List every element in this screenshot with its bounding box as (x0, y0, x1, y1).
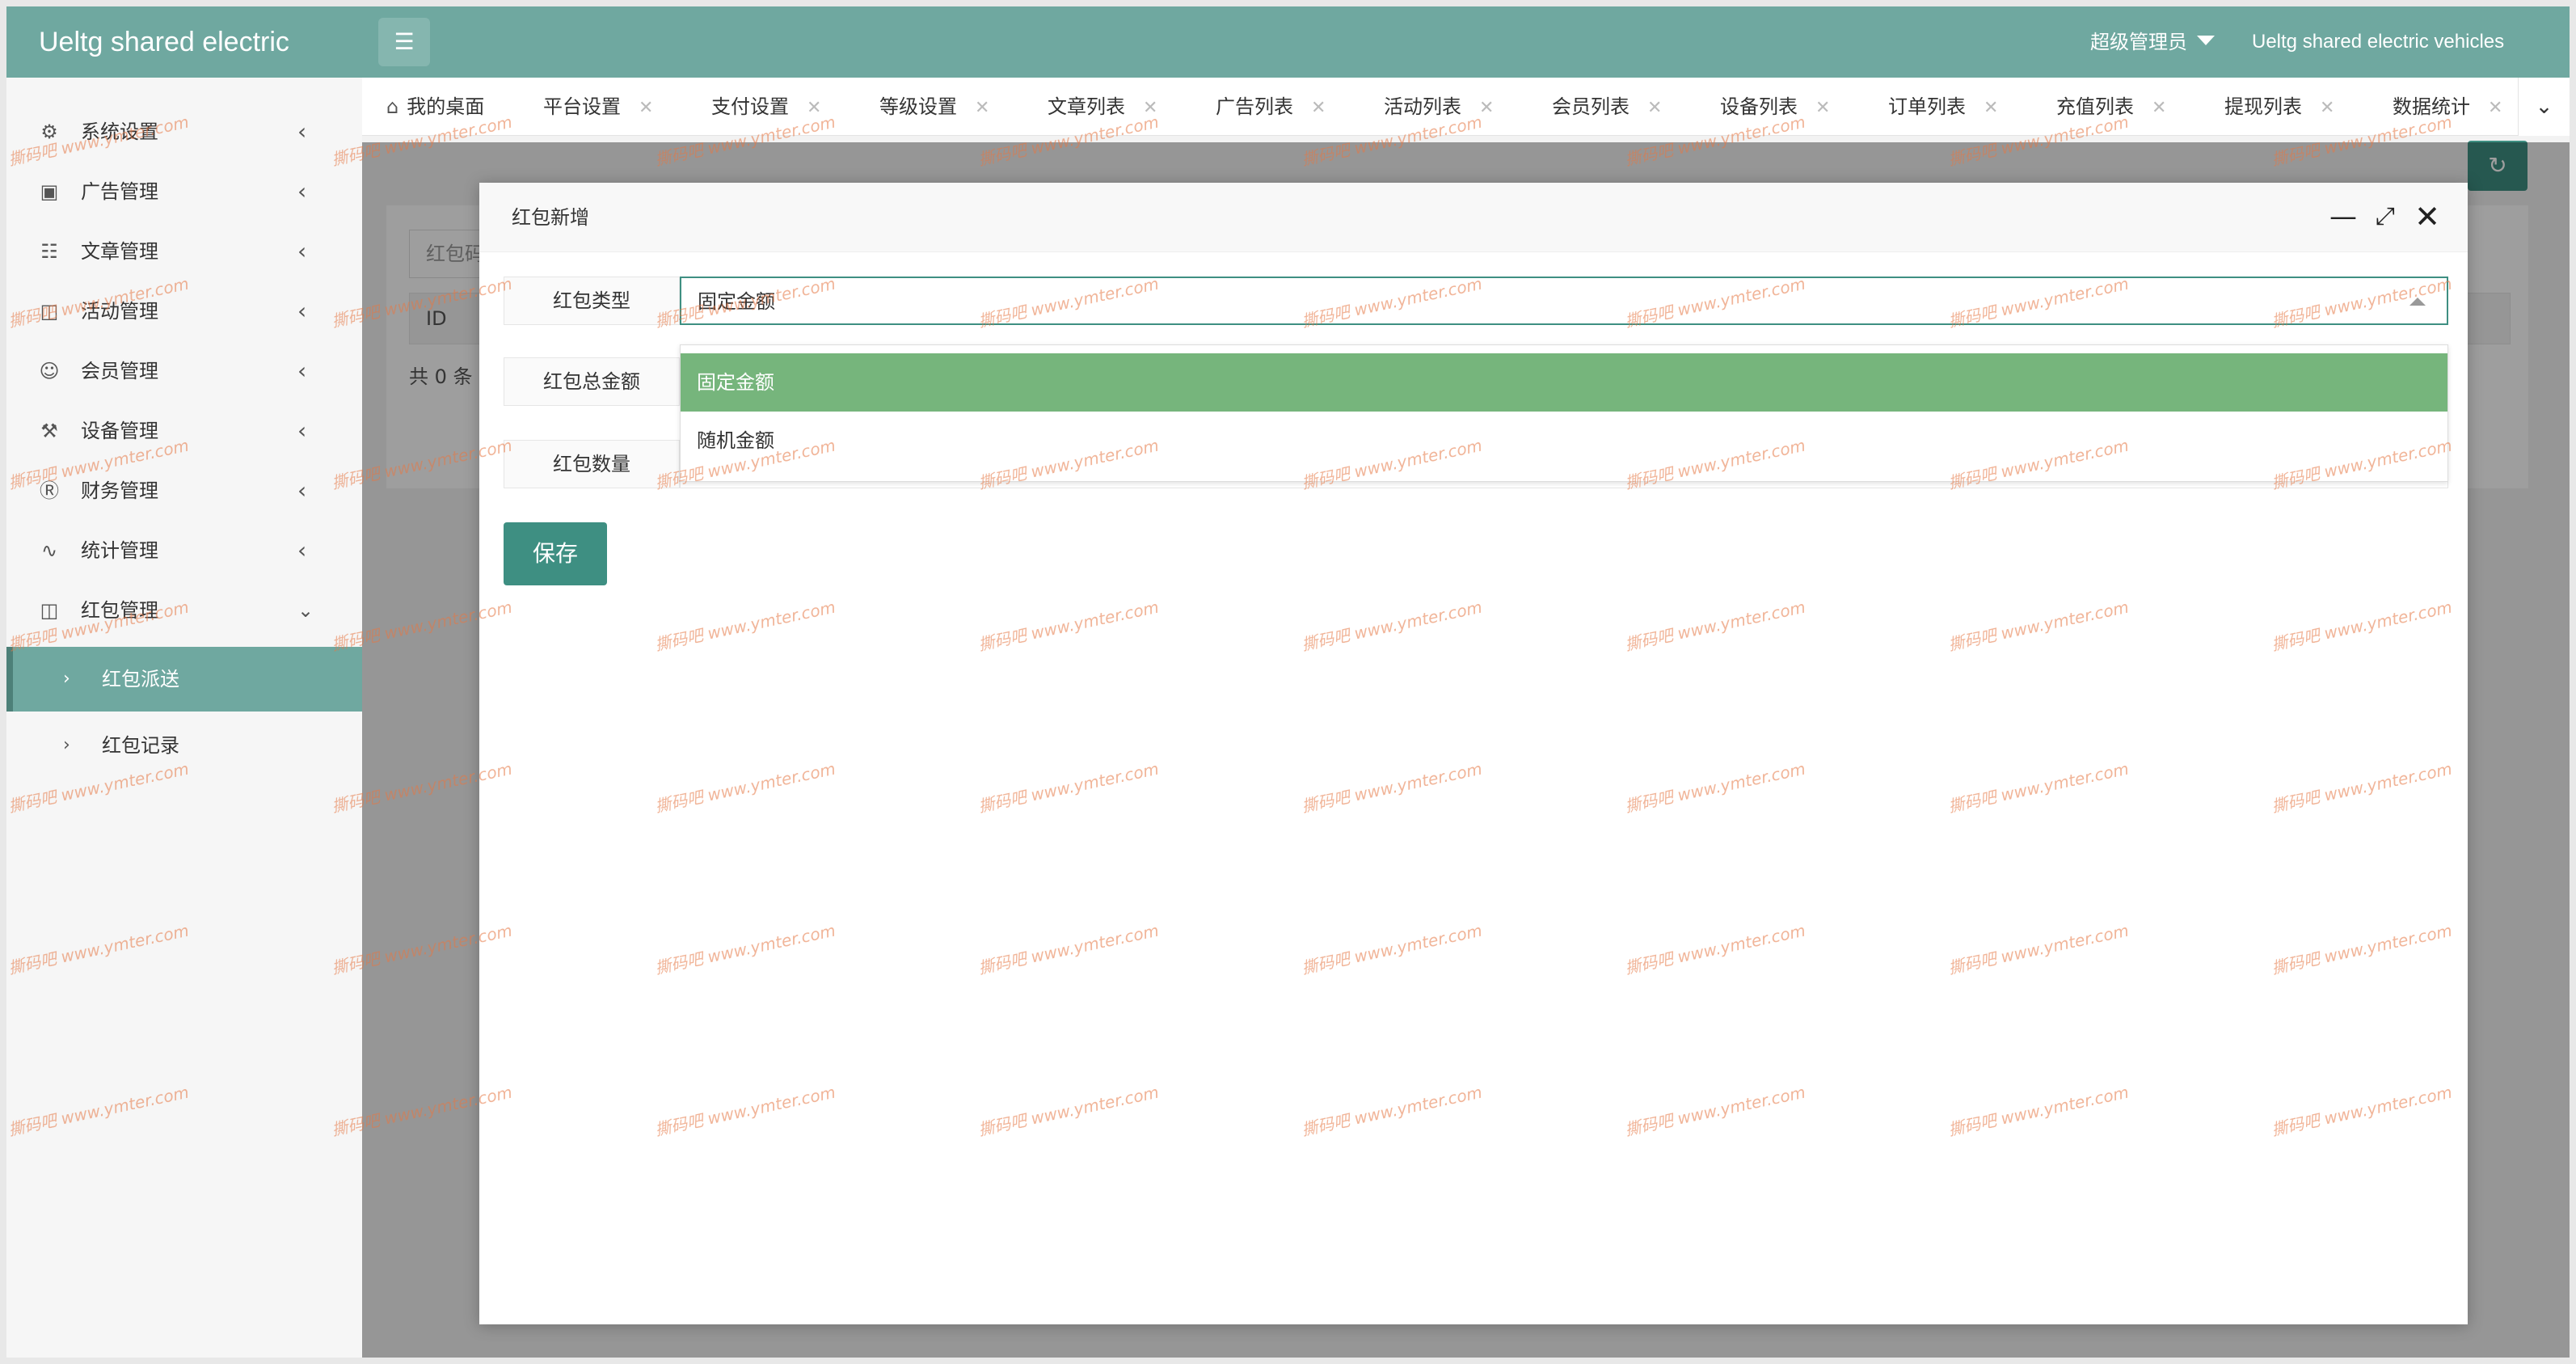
tab-label: 平台设置 (543, 95, 621, 118)
type-dropdown: 固定金额 随机金额 (680, 344, 2448, 482)
close-icon[interactable]: ✕ (1647, 98, 1662, 118)
dropdown-option-random[interactable]: 随机金额 (681, 412, 2447, 470)
sidebar: ⚙ 系统设置 ‹ ▣ 广告管理 ‹ ☷ 文章管理 ‹ ◫ 活动管理 ‹ ☺ 会员… (6, 78, 362, 1358)
book-icon: ☷ (40, 240, 58, 263)
chevron-left-icon: ‹ (297, 537, 307, 564)
close-icon[interactable]: ✕ (2152, 98, 2166, 118)
tab-label: 会员列表 (1552, 95, 1629, 118)
type-select[interactable]: 固定金额 (680, 277, 2448, 325)
total-amount-label: 红包总金额 (504, 357, 680, 406)
menu-toggle-button[interactable]: ☰ (378, 18, 430, 66)
sidebar-subitem-redpacket-send[interactable]: › 红包派送 (6, 647, 362, 712)
modal-header: 红包新增 — ⤢ ✕ (479, 183, 2468, 252)
brand-title: Ueltg shared electric (39, 27, 289, 57)
sidebar-item-label: 广告管理 (81, 180, 158, 203)
close-icon[interactable]: ✕ (639, 98, 653, 118)
dropdown-option-fixed[interactable]: 固定金额 (681, 353, 2447, 412)
close-icon[interactable]: ✕ (1815, 98, 1830, 118)
chevron-down-icon: ⌄ (297, 599, 314, 622)
caret-down-icon (2197, 36, 2215, 45)
user-menu[interactable]: 超级管理员 (2090, 6, 2215, 78)
sidebar-item-label: 统计管理 (81, 539, 158, 562)
tab-platform-settings[interactable]: 平台设置 ✕ (543, 78, 653, 136)
redpacket-add-modal: 红包新增 — ⤢ ✕ 红包类型 固定金额 红包总金额 红包数量 固定金额 随机金… (479, 183, 2468, 1324)
close-icon[interactable]: ✕ (2488, 98, 2502, 118)
tab-label: 文章列表 (1048, 95, 1125, 118)
chevron-down-icon: ⌄ (2535, 95, 2553, 119)
tab-label: 订单列表 (1888, 95, 1966, 118)
sidebar-item-ads[interactable]: ▣ 广告管理 ‹ (6, 160, 362, 220)
chevron-right-icon: › (63, 735, 70, 755)
close-icon[interactable]: ✕ (1984, 98, 1998, 118)
sidebar-item-members[interactable]: ☺ 会员管理 ‹ (6, 340, 362, 399)
chevron-left-icon: ‹ (297, 238, 307, 264)
close-icon[interactable]: ✕ (2320, 98, 2334, 118)
chevron-left-icon: ‹ (297, 118, 307, 145)
tab-level-settings[interactable]: 等级设置 ✕ (879, 78, 989, 136)
tab-label: 等级设置 (879, 95, 957, 118)
tab-withdraw-list[interactable]: 提现列表 ✕ (2224, 78, 2334, 136)
tools-icon: ⚒ (40, 420, 58, 442)
chevron-left-icon: ‹ (297, 357, 307, 384)
user-name: 超级管理员 (2090, 31, 2187, 53)
list-icon: ☰ (394, 28, 415, 55)
type-label: 红包类型 (504, 277, 680, 325)
close-icon[interactable]: ✕ (1479, 98, 1494, 118)
tab-label: 我的桌面 (407, 95, 485, 118)
sidebar-subitem-label: 红包派送 (102, 668, 179, 690)
tab-ad-list[interactable]: 广告列表 ✕ (1216, 78, 1326, 136)
app-window: Ueltg shared electric ☰ 超级管理员 Ueltg shar… (6, 6, 2570, 1358)
chevron-left-icon: ‹ (297, 417, 307, 444)
maximize-icon[interactable]: ⤢ (2369, 201, 2401, 233)
modal-title: 红包新增 (512, 206, 589, 229)
sidebar-item-label: 会员管理 (81, 360, 158, 382)
tab-order-list[interactable]: 订单列表 ✕ (1888, 78, 1998, 136)
chevron-left-icon: ‹ (297, 178, 307, 205)
close-icon[interactable]: ✕ (975, 98, 989, 118)
minimize-icon[interactable]: — (2327, 201, 2359, 233)
chevron-right-icon: › (63, 669, 70, 689)
chevron-left-icon: ‹ (297, 477, 307, 504)
image-icon: ▣ (40, 180, 59, 203)
tabs-more-button[interactable]: ⌄ (2518, 78, 2570, 136)
app-name-link[interactable]: Ueltg shared electric vehicles (2252, 6, 2504, 78)
close-icon[interactable]: ✕ (1311, 98, 1326, 118)
sidebar-item-statistics[interactable]: ∿ 统计管理 ‹ (6, 519, 362, 579)
top-header: Ueltg shared electric ☰ 超级管理员 Ueltg shar… (6, 6, 2570, 78)
pulse-icon: ∿ (40, 539, 58, 562)
sidebar-item-label: 文章管理 (81, 240, 158, 263)
chevron-left-icon: ‹ (297, 298, 307, 324)
tab-label: 支付设置 (711, 95, 789, 118)
home-icon: ⌂ (386, 95, 399, 118)
tab-label: 广告列表 (1216, 95, 1293, 118)
close-icon[interactable]: ✕ (2411, 201, 2443, 233)
tab-label: 提现列表 (2224, 95, 2302, 118)
save-button[interactable]: 保存 (504, 522, 607, 585)
count-label: 红包数量 (504, 440, 680, 488)
tab-member-list[interactable]: 会员列表 ✕ (1552, 78, 1662, 136)
user-icon: ☺ (39, 360, 60, 382)
gift-icon: ◫ (40, 599, 59, 622)
